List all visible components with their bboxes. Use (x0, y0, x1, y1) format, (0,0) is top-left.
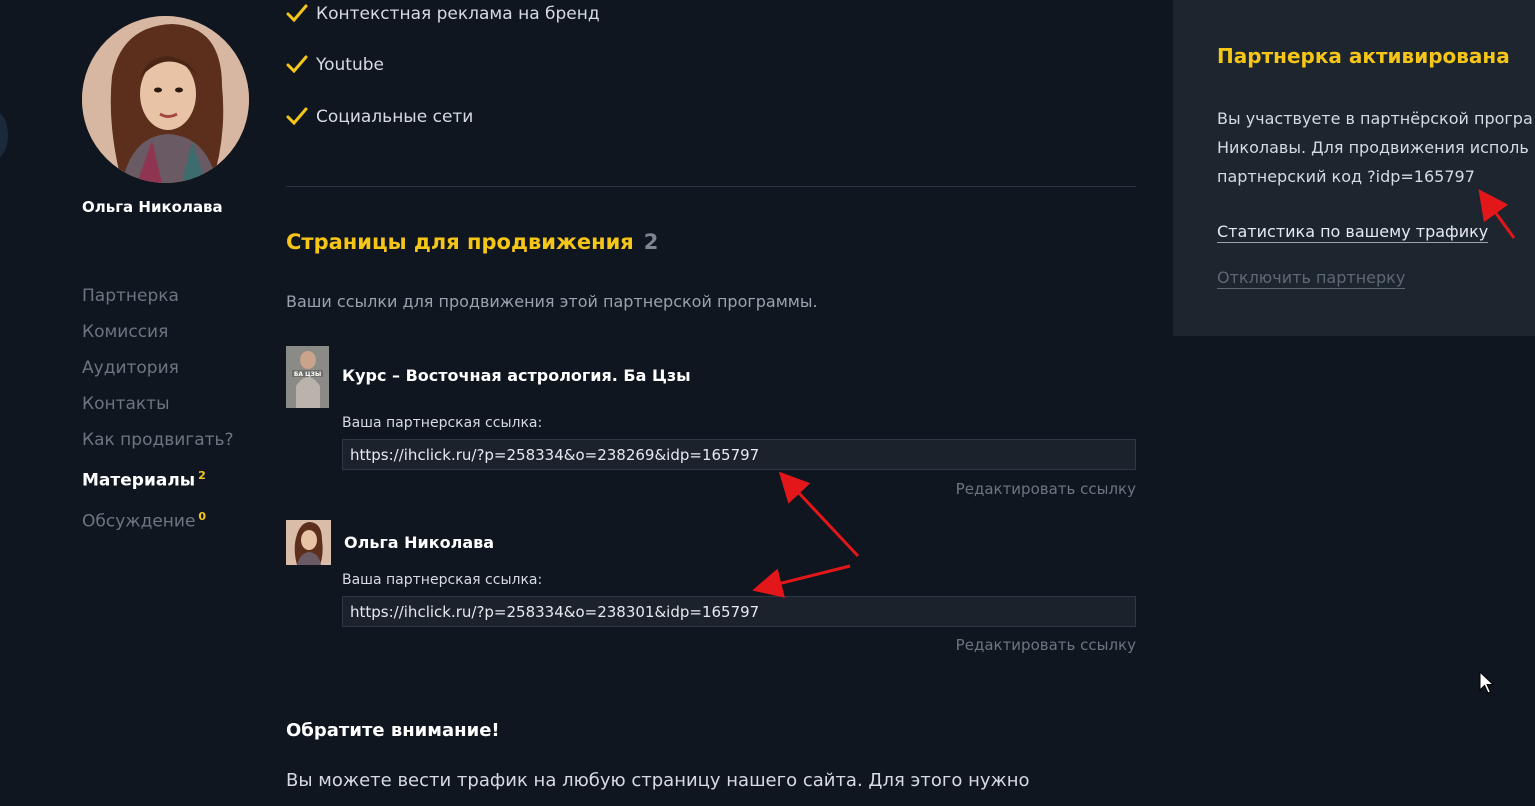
section-description: Ваши ссылки для продвижения этой партнер… (286, 292, 818, 311)
sidebar-item-materials[interactable]: Материалы 2 (82, 458, 234, 499)
sidebar-item-label: Контакты (82, 394, 170, 414)
divider (286, 186, 1136, 187)
avatar (82, 16, 249, 183)
disable-partnership-link[interactable]: Отключить партнерку (1217, 268, 1406, 289)
section-count: 2 (643, 230, 659, 254)
channel-label: Социальные сети (316, 107, 474, 127)
sidebar-item-label: Аудитория (82, 358, 179, 378)
notice-title: Обратите внимание! (286, 720, 500, 741)
partner-status-panel: Партнерка активирована Вы участвуете в п… (1173, 0, 1535, 336)
traffic-stats-link[interactable]: Статистика по вашему трафику (1217, 222, 1489, 243)
author-thumbnail[interactable] (286, 520, 331, 565)
sidebar-item-label: Обсуждение (82, 511, 196, 532)
left-edge-decoration (0, 110, 8, 160)
sidebar-nav: Партнерка Комиссия Аудитория Контакты Ка… (82, 278, 234, 539)
promo-title: Ольга Николава (344, 533, 495, 552)
sidebar-item-label: Партнерка (82, 286, 179, 306)
avatar-photo (82, 16, 249, 183)
panel-text: Вы участвуете в партнёрской програ Никол… (1217, 104, 1535, 191)
check-icon (286, 4, 308, 23)
sidebar-item-label: Как продвигать? (82, 430, 234, 450)
sidebar-item-commission[interactable]: Комиссия (82, 314, 234, 350)
notice-text: Вы можете вести трафик на любую страницу… (286, 770, 1030, 791)
panel-text-line: Вы участвуете в партнёрской програ (1217, 109, 1533, 128)
link-label: Ваша партнерская ссылка: (342, 415, 543, 431)
edit-link-button[interactable]: Редактировать ссылку (956, 636, 1136, 654)
discussion-count-badge: 0 (198, 509, 207, 523)
page: Ольга Николава Партнерка Комиссия Аудито… (0, 0, 1535, 806)
course-thumbnail-image: БА ЦЗЫ (286, 346, 329, 408)
panel-text-line: партнерский код ?idp=165797 (1217, 167, 1475, 186)
sidebar-item-partnerka[interactable]: Партнерка (82, 278, 234, 314)
section-title: Страницы для продвижения 2 (286, 230, 658, 254)
thumbnail-text: БА ЦЗЫ (294, 371, 321, 378)
panel-title: Партнерка активирована (1217, 44, 1510, 68)
sidebar-item-label: Материалы (82, 470, 196, 491)
link-label: Ваша партнерская ссылка: (342, 572, 543, 588)
author-thumbnail-image (286, 520, 331, 565)
sidebar-item-how-to-promote[interactable]: Как продвигать? (82, 422, 234, 458)
partner-link-input[interactable] (342, 596, 1136, 627)
arrow-to-link-1 (778, 471, 860, 558)
channel-item: Контекстная реклама на бренд (286, 3, 600, 25)
check-icon (286, 55, 308, 74)
promo-title: Курс – Восточная астрология. Ба Цзы (342, 366, 691, 385)
materials-count-badge: 2 (198, 469, 206, 482)
mouse-cursor-icon (1479, 671, 1495, 694)
channel-label: Контекстная реклама на бренд (316, 4, 600, 24)
partner-link-input[interactable] (342, 439, 1136, 470)
sidebar-item-contacts[interactable]: Контакты (82, 386, 234, 422)
channel-item: Youtube (286, 54, 384, 76)
channel-label: Youtube (316, 55, 384, 75)
sidebar-item-label: Комиссия (82, 322, 169, 342)
panel-text-line: Николавы. Для продвижения исполь (1217, 138, 1529, 157)
channel-item: Социальные сети (286, 106, 473, 128)
sidebar-item-audience[interactable]: Аудитория (82, 350, 234, 386)
course-thumbnail[interactable]: БА ЦЗЫ (286, 346, 329, 408)
edit-link-button[interactable]: Редактировать ссылку (956, 480, 1136, 498)
profile-name: Ольга Николава (82, 198, 223, 216)
arrow-to-link-2 (752, 564, 851, 598)
sidebar-item-discussion[interactable]: Обсуждение 0 (82, 499, 234, 540)
check-icon (286, 107, 308, 126)
section-title-text: Страницы для продвижения (286, 230, 634, 254)
